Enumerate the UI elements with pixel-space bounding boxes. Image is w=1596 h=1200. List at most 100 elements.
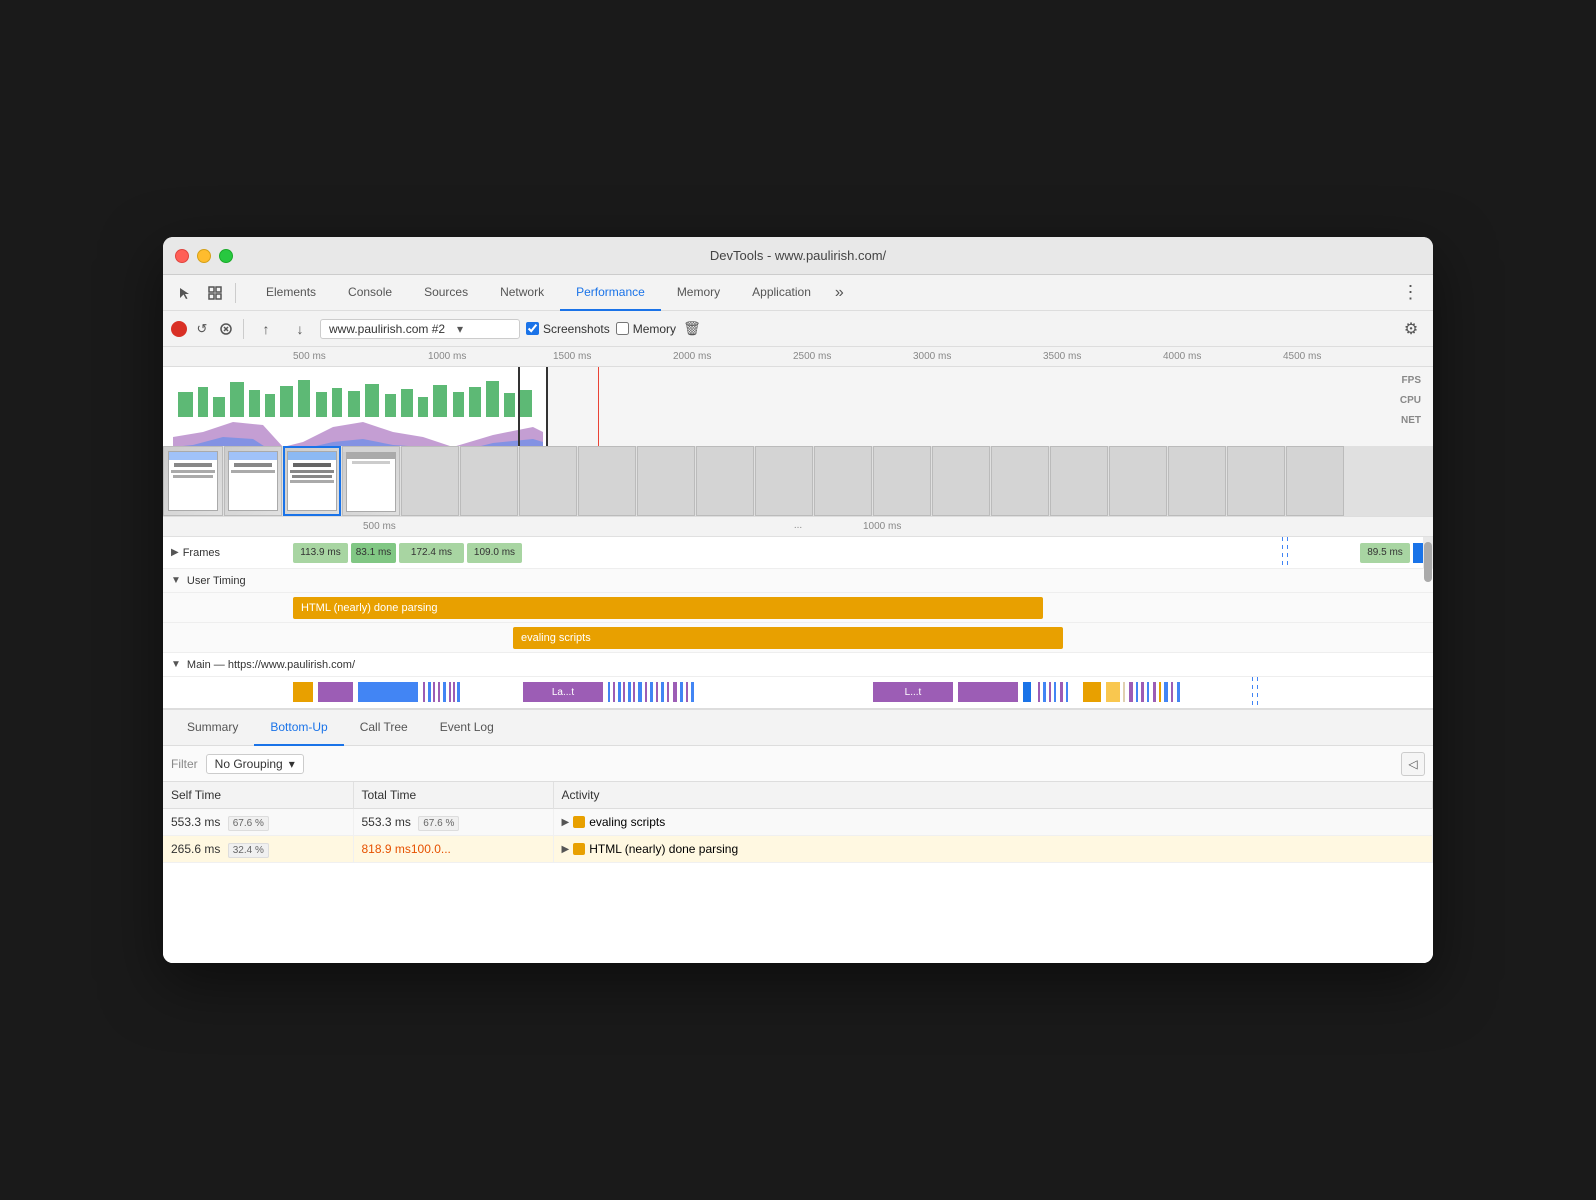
activity-content-2: ▶ HTML (nearly) done parsing: [562, 842, 1425, 856]
main-bar-blue-accent: [1023, 682, 1031, 702]
user-timing-label: ▼ User Timing: [163, 575, 293, 587]
tab-memory[interactable]: Memory: [661, 275, 736, 311]
thin-bar-1: [423, 682, 425, 702]
expand-filter-button[interactable]: ◁: [1401, 752, 1425, 776]
record-button[interactable]: [171, 321, 187, 337]
main-dashed-line2: [1257, 677, 1258, 708]
download-button[interactable]: ↓: [286, 315, 314, 343]
thin-bar-16: [645, 682, 647, 702]
screenshot-thumb-12: [814, 446, 872, 516]
ruler-mark-4000: 4000 ms: [1163, 351, 1201, 362]
screenshot-thumb-17: [1109, 446, 1167, 516]
tab-performance[interactable]: Performance: [560, 275, 661, 311]
screenshot-thumb-18: [1168, 446, 1226, 516]
user-timing-bar1-content: HTML (nearly) done parsing: [293, 593, 1423, 622]
tab-network[interactable]: Network: [484, 275, 560, 311]
timeline-container: 500 ms 1000 ms 1500 ms 2000 ms 2500 ms 3…: [163, 347, 1433, 517]
dashed-line-1: [1282, 537, 1283, 568]
thin-bar-r16: [1177, 682, 1180, 702]
self-time-header[interactable]: Self Time: [163, 782, 353, 809]
clear-button[interactable]: 🗑: [682, 319, 702, 339]
user-timing-header: ▼ User Timing: [163, 569, 1433, 593]
inspect-icon[interactable]: [201, 279, 229, 307]
tab-elements[interactable]: Elements: [250, 275, 332, 311]
frames-row: ▶ Frames 113.9 ms 83.1 ms 172.4 ms 109.0…: [163, 537, 1433, 569]
minimize-button[interactable]: [197, 249, 211, 263]
stop-button[interactable]: [217, 320, 235, 338]
empty-space: [163, 863, 1433, 963]
main-la-t-bar: La...t: [523, 682, 603, 702]
maximize-button[interactable]: [219, 249, 233, 263]
screenshot-thumb-11: [755, 446, 813, 516]
memory-checkbox-label[interactable]: Memory: [616, 322, 676, 336]
tab-bottom-up[interactable]: Bottom-Up: [254, 710, 343, 746]
thin-bar-22: [680, 682, 683, 702]
scrollbar-track[interactable]: [1423, 537, 1433, 568]
devtools-window: DevTools - www.paulirish.com/ Elements C…: [163, 237, 1433, 963]
flame-dotdot: ...: [794, 520, 802, 531]
activity-color-icon-2: [573, 843, 585, 855]
memory-checkbox[interactable]: [616, 322, 629, 335]
more-tabs-button[interactable]: »: [827, 275, 852, 311]
activity-cell-1: ▶ evaling scripts: [553, 809, 1433, 836]
table-header-row: Self Time Total Time Activity: [163, 782, 1433, 809]
self-time-cell-1: 553.3 ms 67.6 %: [163, 809, 353, 836]
thin-bar-r10: [1141, 682, 1144, 702]
user-timing-bar2-content: evaling scripts: [293, 623, 1423, 652]
grouping-select[interactable]: No Grouping ▾: [206, 754, 304, 774]
activity-content-1: ▶ evaling scripts: [562, 815, 1425, 829]
self-time-cell-2: 265.6 ms 32.4 %: [163, 836, 353, 863]
toolbar-divider: [235, 283, 236, 303]
url-selector[interactable]: www.paulirish.com #2 ▾: [320, 319, 520, 339]
thin-bar-r11: [1147, 682, 1149, 702]
thin-bar-r14: [1164, 682, 1168, 702]
cursor-icon[interactable]: [171, 279, 199, 307]
screenshot-thumb-9: [637, 446, 695, 516]
ruler-mark-3500: 3500 ms: [1043, 351, 1081, 362]
main-bar-yellow: [1106, 682, 1120, 702]
screenshots-checkbox-label[interactable]: Screenshots: [526, 322, 610, 336]
url-label: www.paulirish.com #2: [329, 322, 445, 336]
screenshot-thumb-7: [519, 446, 577, 516]
thin-bar-12: [623, 682, 625, 702]
activity-cell-2: ▶ HTML (nearly) done parsing: [553, 836, 1433, 863]
activity-header[interactable]: Activity: [553, 782, 1433, 809]
tab-application[interactable]: Application: [736, 275, 827, 311]
settings-button[interactable]: ⚙: [1397, 315, 1425, 343]
thin-bar-15: [638, 682, 642, 702]
total-time-header[interactable]: Total Time: [353, 782, 553, 809]
expand-icon-1[interactable]: ▶: [562, 817, 570, 828]
thin-bar-24: [691, 682, 694, 702]
tab-sources[interactable]: Sources: [408, 275, 484, 311]
screenshot-thumb-6: [460, 446, 518, 516]
tab-summary[interactable]: Summary: [171, 710, 254, 746]
main-label: ▼ Main — https://www.paulirish.com/: [163, 659, 363, 671]
bottom-panel: Summary Bottom-Up Call Tree Event Log Fi…: [163, 710, 1433, 963]
thin-bar-r1: [1038, 682, 1040, 702]
thin-bar-13: [628, 682, 631, 702]
tab-event-log[interactable]: Event Log: [424, 710, 510, 746]
main-bar-orange2: [1083, 682, 1101, 702]
ruler-mark-500: 500 ms: [293, 351, 326, 362]
thin-bar-r3: [1049, 682, 1051, 702]
screenshot-thumb-8: [578, 446, 636, 516]
close-button[interactable]: [175, 249, 189, 263]
tab-call-tree[interactable]: Call Tree: [344, 710, 424, 746]
timeline-chart: FPS CPU NET: [163, 367, 1433, 516]
thin-bar-r9: [1136, 682, 1138, 702]
traffic-lights: [175, 249, 233, 263]
expand-icon-2[interactable]: ▶: [562, 844, 570, 855]
screenshots-checkbox[interactable]: [526, 322, 539, 335]
tab-options: ⋮: [1397, 279, 1425, 307]
main-l-t-bar: L...t: [873, 682, 953, 702]
tab-console[interactable]: Console: [332, 275, 408, 311]
upload-button[interactable]: ↑: [252, 315, 280, 343]
recording-bar: ↺ ↑ ↓ www.paulirish.com #2 ▾ Screenshots…: [163, 311, 1433, 347]
dashed-line-2: [1287, 537, 1288, 568]
thin-bar-r8: [1129, 682, 1133, 702]
main-header-row: ▼ Main — https://www.paulirish.com/: [163, 653, 1433, 677]
window-title: DevTools - www.paulirish.com/: [710, 248, 886, 263]
reload-record-button[interactable]: ↺: [193, 320, 211, 338]
scrollbar-thumb[interactable]: [1424, 542, 1432, 582]
three-dot-menu[interactable]: ⋮: [1397, 279, 1425, 307]
